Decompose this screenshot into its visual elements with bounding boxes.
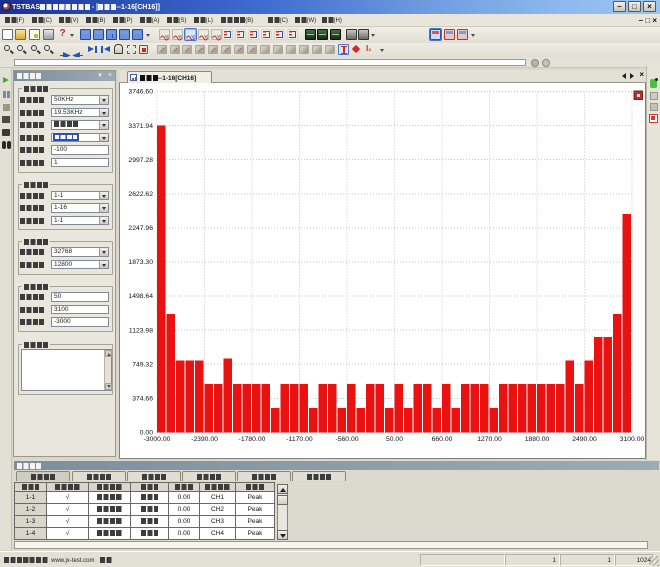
svg-text:1123.98: 1123.98 <box>129 327 153 334</box>
svg-text:-1170.00: -1170.00 <box>286 436 313 443</box>
svg-text:3100.00: 3100.00 <box>620 436 645 443</box>
svg-text:660.00: 660.00 <box>432 436 453 443</box>
svg-text:-2390.00: -2390.00 <box>191 436 218 443</box>
svg-text:1270.00: 1270.00 <box>477 436 502 443</box>
svg-text:2997.28: 2997.28 <box>128 157 153 164</box>
svg-text:3746.60: 3746.60 <box>128 89 153 96</box>
svg-text:749.32: 749.32 <box>132 361 153 368</box>
svg-text:3371.94: 3371.94 <box>128 123 153 130</box>
svg-text:2622.62: 2622.62 <box>128 191 153 198</box>
svg-text:-3000.00: -3000.00 <box>144 436 171 443</box>
svg-text:1498.64: 1498.64 <box>128 293 153 300</box>
svg-text:-1780.00: -1780.00 <box>239 436 266 443</box>
svg-text:-560.00: -560.00 <box>335 436 358 443</box>
svg-text:2490.00: 2490.00 <box>572 436 597 443</box>
svg-text:2247.96: 2247.96 <box>128 225 153 232</box>
svg-text:50.00: 50.00 <box>386 436 403 443</box>
svg-text:1880.00: 1880.00 <box>525 436 550 443</box>
svg-text:1873.30: 1873.30 <box>128 259 153 266</box>
svg-text:374.66: 374.66 <box>132 396 153 403</box>
